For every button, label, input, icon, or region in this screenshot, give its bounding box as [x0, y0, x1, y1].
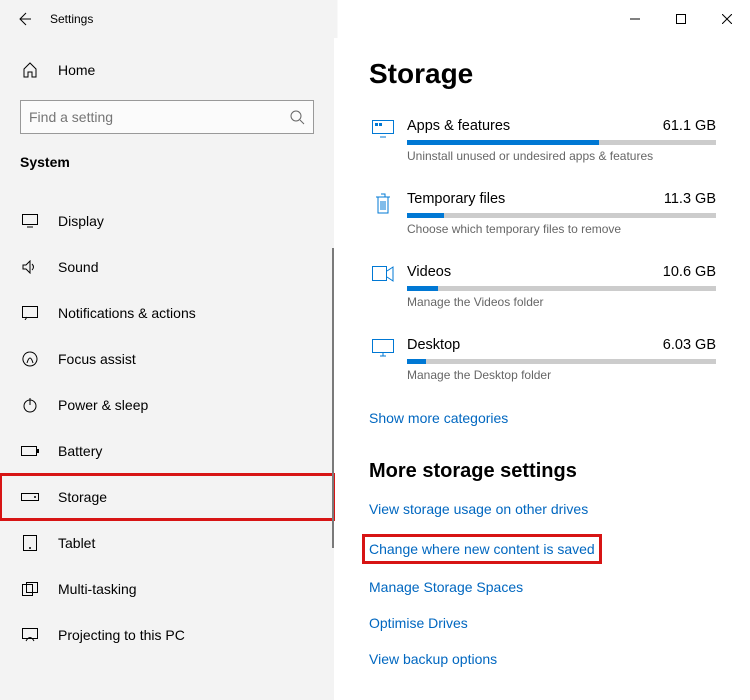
sidebar-item-multitasking[interactable]: Multi-tasking	[0, 566, 334, 612]
minimize-button[interactable]	[612, 0, 658, 38]
link-optimise-drives[interactable]: Optimise Drives	[369, 615, 468, 631]
search-icon	[289, 109, 305, 125]
show-more-categories-link[interactable]: Show more categories	[369, 410, 716, 426]
category-apps-features[interactable]: Apps & features 61.1 GB Uninstall unused …	[369, 118, 716, 163]
search-input[interactable]	[29, 109, 289, 125]
category-size: 6.03 GB	[663, 337, 716, 353]
sidebar-scrollbar[interactable]	[332, 248, 334, 548]
usage-bar	[407, 286, 716, 291]
multitasking-icon	[20, 582, 40, 596]
usage-bar	[407, 213, 716, 218]
tablet-icon	[20, 535, 40, 551]
category-name: Videos	[407, 264, 451, 280]
sidebar-item-tablet[interactable]: Tablet	[0, 520, 334, 566]
sidebar-item-sound[interactable]: Sound	[0, 244, 334, 290]
video-icon	[369, 264, 397, 309]
usage-bar	[407, 359, 716, 364]
sound-icon	[20, 260, 40, 274]
sidebar-item-focus-assist[interactable]: Focus assist	[0, 336, 334, 382]
sidebar-item-label: Storage	[58, 489, 107, 505]
home-nav[interactable]: Home	[0, 50, 334, 90]
category-desc: Choose which temporary files to remove	[407, 222, 716, 236]
sidebar-item-power-sleep[interactable]: Power & sleep	[0, 382, 334, 428]
sidebar-item-label: Display	[58, 213, 104, 229]
sidebar-item-label: Power & sleep	[58, 397, 148, 413]
category-size: 11.3 GB	[664, 191, 716, 207]
notifications-icon	[20, 306, 40, 320]
sidebar-menu: Display Sound Notifications & actions Fo…	[0, 198, 334, 658]
sidebar-item-display[interactable]: Display	[0, 198, 334, 244]
power-icon	[20, 397, 40, 413]
home-icon	[20, 62, 40, 78]
home-label: Home	[58, 62, 95, 78]
apps-features-icon	[369, 118, 397, 163]
maximize-button[interactable]	[658, 0, 704, 38]
back-button[interactable]	[0, 0, 48, 38]
link-manage-storage-spaces[interactable]: Manage Storage Spaces	[369, 579, 523, 595]
window-controls	[612, 0, 750, 38]
category-name: Desktop	[407, 337, 460, 353]
focus-assist-icon	[20, 351, 40, 367]
close-button[interactable]	[704, 0, 750, 38]
projecting-icon	[20, 628, 40, 642]
link-view-backup-options[interactable]: View backup options	[369, 651, 497, 667]
app-title: Settings	[48, 12, 93, 26]
sidebar-item-label: Focus assist	[58, 351, 136, 367]
category-desc: Uninstall unused or undesired apps & fea…	[407, 149, 716, 163]
titlebar: Settings	[0, 0, 750, 38]
desktop-icon	[369, 337, 397, 382]
category-desktop[interactable]: Desktop 6.03 GB Manage the Desktop folder	[369, 337, 716, 382]
content-pane: Storage Apps & features 61.1 GB Uninstall…	[335, 38, 750, 700]
page-title: Storage	[369, 58, 716, 90]
link-view-usage-other-drives[interactable]: View storage usage on other drives	[369, 501, 588, 517]
category-desc: Manage the Videos folder	[407, 295, 716, 309]
trash-icon	[369, 191, 397, 236]
sidebar-item-notifications[interactable]: Notifications & actions	[0, 290, 334, 336]
more-links-list: View storage usage on other drives Chang…	[369, 501, 716, 669]
sidebar-item-battery[interactable]: Battery	[0, 428, 334, 474]
storage-icon	[20, 493, 40, 501]
sidebar-item-label: Projecting to this PC	[58, 627, 185, 643]
sidebar-item-label: Multi-tasking	[58, 581, 137, 597]
section-system-label: System	[0, 150, 334, 180]
category-temporary-files[interactable]: Temporary files 11.3 GB Choose which temp…	[369, 191, 716, 236]
sidebar: Home System Display Sound Notifications …	[0, 38, 335, 700]
category-name: Apps & features	[407, 118, 510, 134]
usage-bar	[407, 140, 716, 145]
sidebar-item-storage[interactable]: Storage	[0, 474, 334, 520]
sidebar-item-label: Sound	[58, 259, 98, 275]
sidebar-item-label: Battery	[58, 443, 102, 459]
link-change-where-content-saved[interactable]: Change where new content is saved	[365, 537, 599, 561]
sidebar-item-label: Tablet	[58, 535, 95, 551]
category-desc: Manage the Desktop folder	[407, 368, 716, 382]
sidebar-item-label: Notifications & actions	[58, 305, 196, 321]
sidebar-item-projecting[interactable]: Projecting to this PC	[0, 612, 334, 658]
search-box[interactable]	[20, 100, 314, 134]
category-size: 61.1 GB	[663, 118, 716, 134]
category-size: 10.6 GB	[663, 264, 716, 280]
more-storage-heading: More storage settings	[369, 460, 716, 483]
battery-icon	[20, 446, 40, 456]
category-name: Temporary files	[407, 191, 505, 207]
category-videos[interactable]: Videos 10.6 GB Manage the Videos folder	[369, 264, 716, 309]
display-icon	[20, 214, 40, 228]
